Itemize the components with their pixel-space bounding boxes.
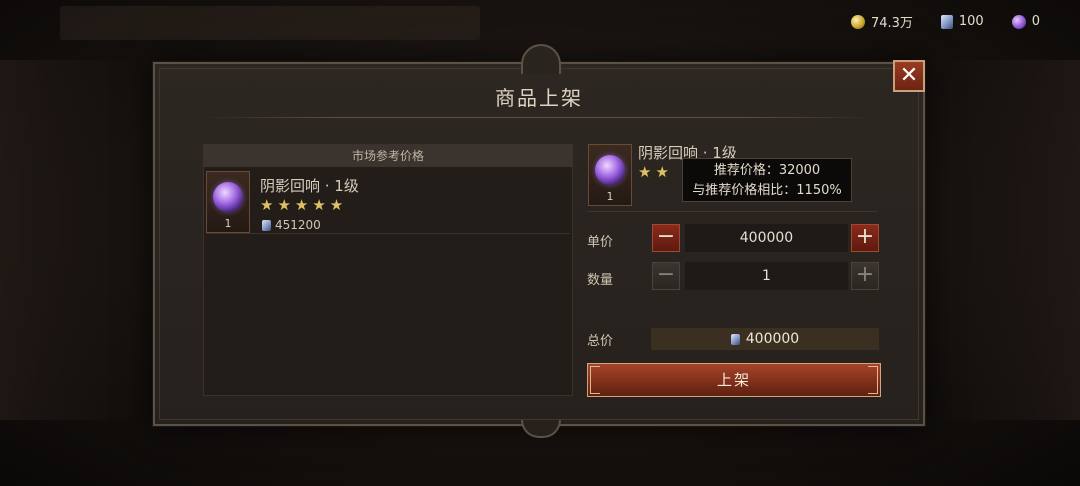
orb-amount: 0	[1031, 14, 1040, 29]
market-item-quantity: 1	[224, 217, 232, 230]
gold-resource: 74.3万	[850, 12, 913, 31]
shadow-echo-gem-icon	[595, 155, 625, 185]
recommended-price-line: 推荐价格：32000	[713, 163, 821, 178]
market-item-stars: ★★★★★	[260, 196, 348, 214]
total-price-value: 400000	[745, 331, 800, 347]
background-header-strip	[60, 6, 480, 40]
recommended-price-tooltip: 推荐价格：32000 与推荐价格相比：1150%	[682, 158, 852, 202]
quantity-input[interactable]: 1	[685, 262, 848, 290]
total-price-display: 400000	[651, 328, 879, 350]
market-reference-header: 市场参考价格	[204, 145, 572, 167]
total-price-label: 总价	[587, 334, 614, 349]
selected-item-slot: 1	[588, 144, 632, 206]
market-item-price: 451200	[262, 218, 321, 232]
shadow-echo-gem-icon	[213, 182, 243, 212]
unit-price-decrease-button[interactable]: −	[652, 224, 680, 252]
dialog-title: 商品上架	[495, 86, 583, 110]
platinum-icon	[262, 219, 271, 231]
close-button[interactable]: ✕	[893, 60, 925, 92]
market-listing-row[interactable]: 1 阴影回响 · 1级 ★★★★★ 451200	[206, 170, 570, 234]
item-divider	[587, 211, 877, 212]
quantity-decrease-button[interactable]: −	[652, 262, 680, 290]
platinum-resource: 100	[940, 14, 984, 29]
platinum-icon	[730, 333, 740, 345]
selected-item-quantity: 1	[606, 190, 614, 203]
market-reference-panel: 市场参考价格 1 阴影回响 · 1级 ★★★★★ 451200	[203, 144, 573, 396]
quantity-increase-button[interactable]: +	[851, 262, 879, 290]
orb-icon	[1011, 14, 1026, 29]
title-divider	[203, 117, 875, 118]
orb-resource: 0	[1011, 14, 1040, 29]
quantity-label: 数量	[587, 273, 614, 288]
close-icon: ✕	[899, 63, 919, 88]
list-item-dialog: 商品上架 市场参考价格 1 阴影回响 · 1级 ★★★★★ 451200 1 阴…	[153, 44, 925, 438]
currency-bar: 74.3万 100 0	[850, 12, 1040, 31]
list-for-sale-label: 上架	[716, 371, 751, 389]
unit-price-input[interactable]: 400000	[685, 224, 848, 252]
market-item-name: 阴影回响 · 1级	[260, 177, 359, 195]
button-left-ornament	[590, 366, 600, 394]
unit-price-label: 单价	[587, 235, 614, 250]
button-right-ornament	[868, 366, 878, 394]
list-for-sale-button[interactable]: 上架	[587, 363, 881, 397]
background-left-column	[0, 60, 140, 420]
price-comparison-line: 与推荐价格相比：1150%	[692, 183, 842, 198]
background-right-column	[940, 60, 1080, 420]
market-item-price-value: 451200	[275, 218, 321, 232]
platinum-amount: 100	[958, 14, 984, 29]
market-item-slot: 1	[206, 171, 250, 233]
selected-item-stars: ★★	[638, 163, 673, 181]
platinum-icon	[940, 14, 953, 29]
gold-coin-icon	[850, 14, 865, 29]
gold-amount: 74.3万	[870, 16, 913, 31]
unit-price-increase-button[interactable]: +	[851, 224, 879, 252]
